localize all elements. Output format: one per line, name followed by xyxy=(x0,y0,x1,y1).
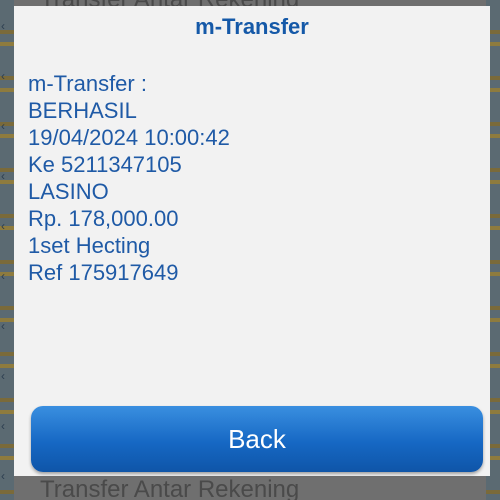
screen: Transfer Antar Rekening Transfer Antar R… xyxy=(0,0,500,500)
message-line-amount: Rp. 178,000.00 xyxy=(28,206,179,231)
message-line-reference: Ref 175917649 xyxy=(28,260,179,285)
background-list-item: Transfer Antar Rekening xyxy=(40,476,300,500)
chevron-left-icon: ‹ xyxy=(1,419,5,433)
chevron-left-icon: ‹ xyxy=(1,319,5,333)
transfer-result-dialog: m-Transfer m-Transfer : BERHASIL 19/04/2… xyxy=(14,6,490,476)
chevron-left-icon: ‹ xyxy=(1,219,5,233)
chevron-left-icon: ‹ xyxy=(1,269,5,283)
dialog-title: m-Transfer xyxy=(195,14,309,39)
left-edge-strip: ‹ ‹ ‹ ‹ ‹ ‹ ‹ ‹ ‹ ‹ xyxy=(0,0,14,500)
chevron-left-icon: ‹ xyxy=(1,119,5,133)
message-line-datetime: 19/04/2024 10:00:42 xyxy=(28,125,230,150)
message-line-note: 1set Hecting xyxy=(28,233,151,258)
message-line-status: BERHASIL xyxy=(28,98,137,123)
chevron-left-icon: ‹ xyxy=(1,69,5,83)
chevron-left-icon: ‹ xyxy=(1,469,5,483)
message-line-destination: Ke 5211347105 xyxy=(28,152,182,177)
chevron-left-icon: ‹ xyxy=(1,169,5,183)
message-line-recipient: LASINO xyxy=(28,179,109,204)
chevron-left-icon: ‹ xyxy=(1,369,5,383)
back-button[interactable]: Back xyxy=(31,406,483,472)
chevron-left-icon: ‹ xyxy=(1,19,5,33)
message-line-header: m-Transfer : xyxy=(28,71,147,96)
transfer-message: m-Transfer : BERHASIL 19/04/2024 10:00:4… xyxy=(28,70,230,286)
